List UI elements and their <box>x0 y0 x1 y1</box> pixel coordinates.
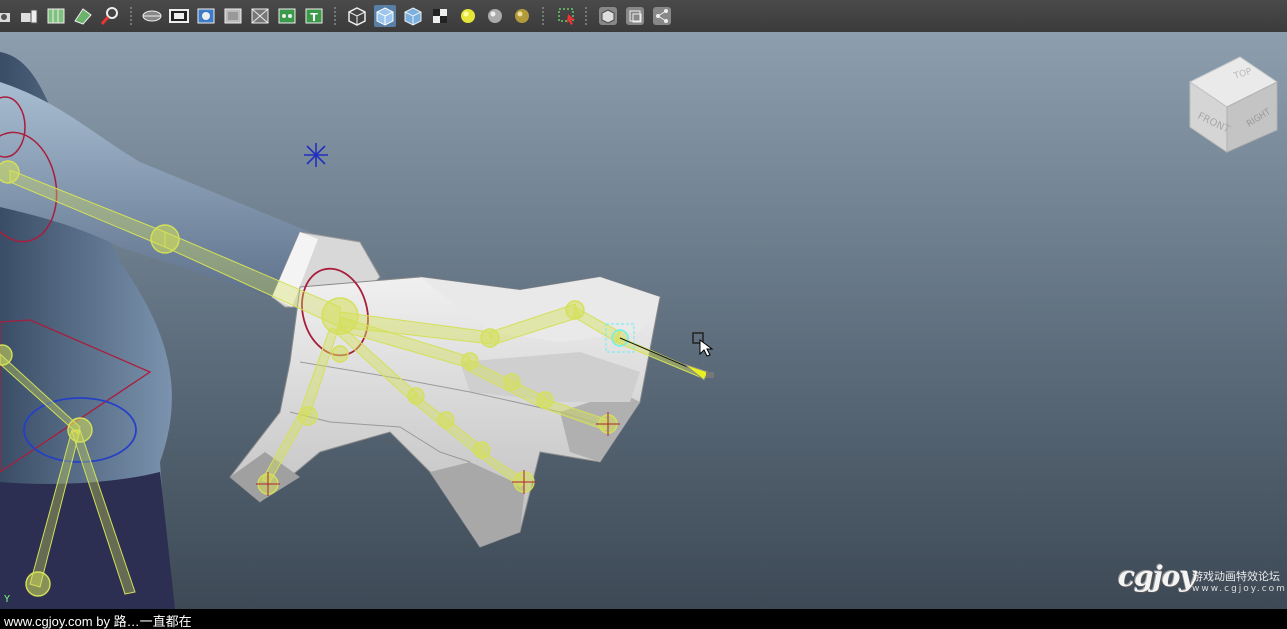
view-cube[interactable]: TOP FRONT RIGHT <box>1185 52 1280 157</box>
perspective-viewport[interactable]: TOP FRONT RIGHT Y cgjoy 游戏动画特效论坛 www.cgj… <box>0 32 1287 609</box>
watermark-url: www.cgjoy.com <box>1192 584 1287 594</box>
video-caption-bar: www.cgjoy.com by 路…一直都在 <box>0 609 1287 629</box>
field-chart-icon[interactable] <box>249 5 271 27</box>
camera-attributes-icon[interactable] <box>0 5 16 27</box>
caption-text: www.cgjoy.com by 路…一直都在 <box>4 614 192 629</box>
film-gate-icon[interactable] <box>168 5 190 27</box>
watermark-tagline: 游戏动画特效论坛 <box>1192 570 1280 583</box>
toolbar-separator <box>334 7 336 25</box>
resolution-gate-icon[interactable] <box>195 5 217 27</box>
toolbar-separator <box>585 7 587 25</box>
toolbar-separator <box>542 7 544 25</box>
locator-icon <box>304 143 328 167</box>
textured-icon[interactable] <box>429 5 451 27</box>
xray-components-icon[interactable] <box>651 5 673 27</box>
toolbar-separator <box>130 7 132 25</box>
bookmark-icon[interactable] <box>45 5 67 27</box>
safe-action-icon[interactable] <box>276 5 298 27</box>
wireframe-on-shaded-icon[interactable] <box>402 5 424 27</box>
svg-text:T: T <box>310 11 318 24</box>
ambient-occlusion-icon[interactable] <box>511 5 533 27</box>
use-all-lights-icon[interactable] <box>457 5 479 27</box>
gate-mask-icon[interactable] <box>222 5 244 27</box>
mouse-cursor-icon <box>692 332 718 362</box>
isolate-select-icon[interactable] <box>556 5 578 27</box>
image-plane-icon[interactable] <box>72 5 94 27</box>
watermark: cgjoy 游戏动画特效论坛 www.cgjoy.com <box>1118 560 1287 605</box>
shadows-icon[interactable] <box>484 5 506 27</box>
xray-joints-icon[interactable] <box>624 5 646 27</box>
grid-toggle-icon[interactable] <box>141 5 163 27</box>
scene-view[interactable] <box>0 32 1287 609</box>
watermark-logo: cgjoy <box>1118 560 1196 593</box>
smooth-shade-icon[interactable] <box>374 5 396 27</box>
safe-title-icon[interactable]: T <box>303 5 325 27</box>
maya-window: T TOP FRONT RIGHT Y cgjoy 游戏动画特效论坛 www.c… <box>0 0 1287 629</box>
viewport-panel-toolbar: T <box>0 0 1287 33</box>
2d-pan-zoom-icon[interactable] <box>99 5 121 27</box>
axis-indicator-y: Y <box>4 594 11 605</box>
wireframe-icon[interactable] <box>346 5 368 27</box>
camera-tools-icon[interactable] <box>18 5 40 27</box>
xray-icon[interactable] <box>597 5 619 27</box>
